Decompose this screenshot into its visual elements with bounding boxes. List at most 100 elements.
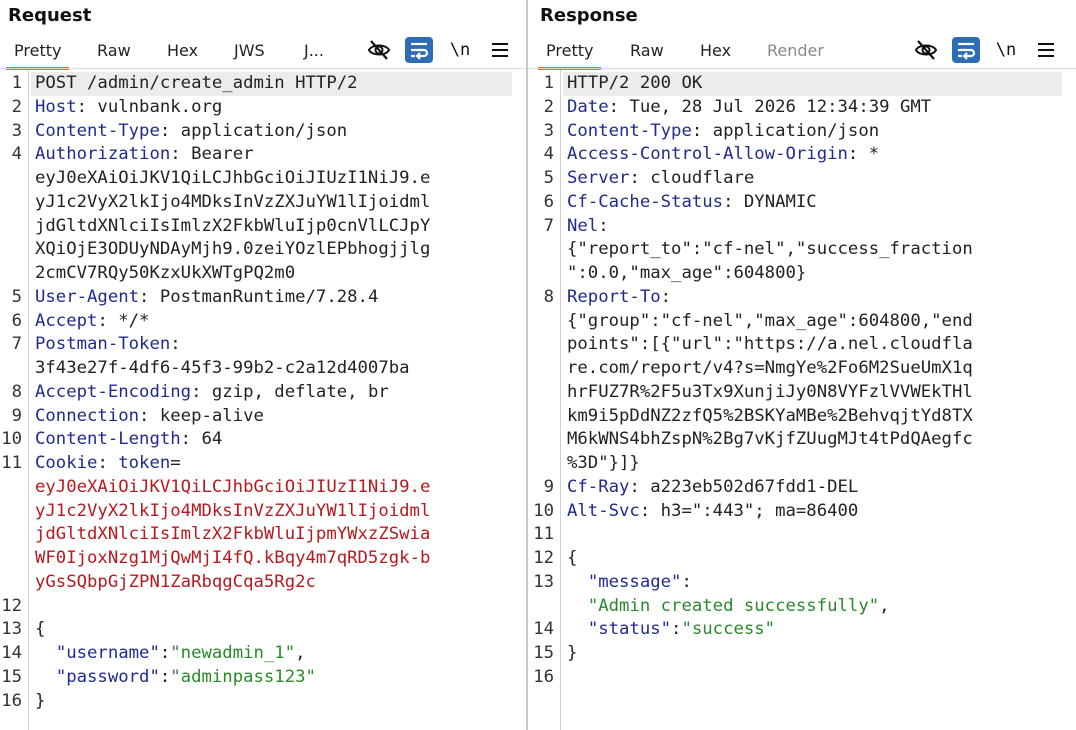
line-number: 14	[1, 643, 22, 663]
request-tab-pretty[interactable]: Pretty	[5, 41, 70, 70]
code-line[interactable]: eyJ0eXAiOiJKV1QiLCJhbGciOiJIUzI1NiJ9.e	[0, 167, 526, 191]
code-token: Alt-Svc	[567, 500, 640, 521]
code-line[interactable]: 13 "message":	[528, 571, 1076, 595]
code-line[interactable]: ":0.0,"max_age":604800}	[528, 262, 1076, 286]
request-tab-jws[interactable]: JWS	[234, 41, 265, 60]
response-editor[interactable]: 1 HTTP/2 200 OK 2 Date: Tue, 28 Jul 2026 12…	[528, 70, 1076, 730]
request-tab-more[interactable]: J...	[304, 41, 324, 60]
code-line[interactable]: XQiOjE3ODUyNDAyMjh9.0zeiYOzlEPbhogjjlg	[0, 238, 526, 262]
code-line[interactable]: 16}	[0, 690, 526, 714]
code-token: : a223eb502d67fdd1-DEL	[629, 476, 859, 497]
code-text: Cf-Ray: a223eb502d67fdd1-DEL	[567, 476, 858, 500]
code-token: "newadmin_1"	[170, 643, 296, 663]
code-text: eyJ0eXAiOiJKV1QiLCJhbGciOiJIUzI1NiJ9.e	[35, 476, 430, 500]
code-line[interactable]: jdGltdXNlciIsImlzX2FkbWluIjpmYWxzZSwia	[0, 523, 526, 547]
response-tab-hex[interactable]: Hex	[700, 41, 731, 60]
code-line[interactable]: 2cmCV7RQy50KzxUkXWTgPQ2m0	[0, 262, 526, 286]
code-line[interactable]: re.com/report/v4?s=NmgYe%2Fo6M2SueUmX1q	[528, 357, 1076, 381]
code-line[interactable]: 10 Content-Length: 64	[0, 428, 526, 452]
code-line[interactable]: %3D"}]}	[528, 452, 1076, 476]
code-line[interactable]: 9 Connection: keep-alive	[0, 405, 526, 429]
code-line[interactable]: 1 HTTP/2 200 OK	[544, 72, 1062, 96]
code-text: {"group":"cf-nel","max_age":604800,"end	[567, 310, 973, 334]
code-line[interactable]: 11	[528, 523, 1076, 547]
response-tab-raw[interactable]: Raw	[630, 41, 664, 60]
response-title: Response	[540, 5, 638, 26]
hide-nonprintable-icon[interactable]	[365, 37, 393, 63]
code-line[interactable]: 6 Cf-Cache-Status: DYNAMIC	[528, 191, 1076, 215]
code-line[interactable]: km9i5pDdNZ2zfQ5%2BSKYaMBe%2BehvqjtYd8TX	[528, 405, 1076, 429]
code-line[interactable]: "Admin created successfully",	[528, 595, 1076, 619]
code-line[interactable]: 3 Content-Type: application/json	[0, 120, 526, 144]
code-line[interactable]: yGsSQbpGjZPN1ZaRbqgCqa5Rg2c	[0, 571, 526, 595]
code-token: jdGltdXNlciIsImlzX2FkbWluIjp0cnVlLCJpY	[35, 215, 431, 236]
code-text: points":[{"url":"https://a.nel.cloudfla	[567, 333, 973, 357]
line-number: 1	[543, 73, 554, 93]
request-tab-raw[interactable]: Raw	[97, 41, 131, 60]
code-line[interactable]: eyJ0eXAiOiJKV1QiLCJhbGciOiJIUzI1NiJ9.e	[0, 476, 526, 500]
code-token: "success"	[681, 619, 776, 640]
code-line[interactable]: 3 Content-Type: application/json	[528, 120, 1076, 144]
code-line[interactable]: 2 Host: vulnbank.org	[0, 96, 526, 120]
code-line[interactable]: yJ1c2VyX2lkIjo4MDksInVzZXJuYW1lIjoidml	[0, 191, 526, 215]
code-token: :	[159, 643, 171, 663]
wrap-lines-icon[interactable]	[405, 37, 433, 63]
code-line[interactable]: M6kWNS4bhZspN%2Bg7vKjfZUugMJt4tPdQAegfc	[528, 428, 1076, 452]
hide-nonprintable-icon[interactable]	[912, 37, 940, 63]
wrap-lines-icon[interactable]	[952, 37, 980, 63]
code-line[interactable]: 5 Server: cloudflare	[528, 167, 1076, 191]
code-line[interactable]: hrFUZ7R%2F5u3Tx9XunjiJy0N8VYFzlVVWEkTHl	[528, 381, 1076, 405]
code-line[interactable]: 1 POST /admin/create_admin HTTP/2	[12, 72, 512, 96]
code-line[interactable]: 16	[528, 666, 1076, 690]
code-token: :	[681, 571, 692, 592]
code-text: XQiOjE3ODUyNDAyMjh9.0zeiYOzlEPbhogjjlg	[35, 238, 430, 262]
code-line[interactable]: 9 Cf-Ray: a223eb502d67fdd1-DEL	[528, 476, 1076, 500]
code-line[interactable]: 5 User-Agent: PostmanRuntime/7.28.4	[0, 286, 526, 310]
code-token: Accept-Encoding	[35, 381, 192, 402]
code-line[interactable]: 15}	[528, 642, 1076, 666]
code-line[interactable]: 8 Report-To:	[528, 286, 1076, 310]
code-line[interactable]: 13 {	[0, 618, 526, 642]
response-tab-render[interactable]: Render	[767, 41, 824, 60]
code-line[interactable]: 7 Postman-Token:	[0, 333, 526, 357]
show-newlines-toggle[interactable]: \n	[992, 37, 1020, 63]
code-line[interactable]: 14 "status":"success"	[528, 618, 1076, 642]
code-line[interactable]: 11 Cookie: token=	[0, 452, 526, 476]
request-tab-hex[interactable]: Hex	[167, 41, 198, 60]
line-number: 10	[1, 429, 22, 450]
code-line[interactable]: 8 Accept-Encoding: gzip, deflate, br	[0, 381, 526, 405]
code-line[interactable]: points":[{"url":"https://a.nel.cloudfla	[528, 333, 1076, 357]
line-number: 6	[11, 310, 22, 331]
code-text: ":0.0,"max_age":604800}	[567, 262, 806, 286]
code-line[interactable]: 7 Nel:	[528, 215, 1076, 239]
code-text: {"report_to":"cf-nel","success_fraction	[567, 238, 973, 262]
code-token: }	[35, 690, 46, 711]
code-text: yJ1c2VyX2lkIjo4MDksInVzZXJuYW1lIjoidml	[35, 191, 430, 215]
code-line[interactable]: 4 Access-Control-Allow-Origin: *	[528, 143, 1076, 167]
response-tab-pretty[interactable]: Pretty	[537, 41, 602, 70]
code-line[interactable]: {"group":"cf-nel","max_age":604800,"end	[528, 310, 1076, 334]
request-editor[interactable]: 1 POST /admin/create_admin HTTP/2 2 Host: v…	[0, 70, 526, 730]
request-pane: Request Pretty Raw Hex JWS J... \n 1 POST…	[0, 0, 526, 730]
code-line[interactable]: {"report_to":"cf-nel","success_fraction	[528, 238, 1076, 262]
code-line[interactable]: 4 Authorization: Bearer	[0, 143, 526, 167]
code-text: Alt-Svc: h3=":443"; ma=86400	[567, 500, 858, 524]
code-line[interactable]: yJ1c2VyX2lkIjo4MDksInVzZXJuYW1lIjoidml	[0, 500, 526, 524]
code-line[interactable]: 10 Alt-Svc: h3=":443"; ma=86400	[528, 500, 1076, 524]
code-line[interactable]: jdGltdXNlciIsImlzX2FkbWluIjp0cnVlLCJpY	[0, 215, 526, 239]
menu-icon[interactable]	[1032, 37, 1060, 63]
code-line[interactable]: 6 Accept: */*	[0, 310, 526, 334]
code-line[interactable]: WF0IjoxNzg1MjQwMjI4fQ.kBqy4m7qRD5zgk-b	[0, 547, 526, 571]
code-token: :	[598, 215, 609, 236]
code-line[interactable]: 12 {	[528, 547, 1076, 571]
menu-icon[interactable]	[486, 37, 514, 63]
show-newlines-toggle[interactable]: \n	[446, 37, 474, 63]
code-line[interactable]: 12	[0, 595, 526, 619]
code-line[interactable]: 2 Date: Tue, 28 Jul 2026 12:34:39 GMT	[528, 96, 1076, 120]
code-token: HTTP/2 200 OK	[567, 73, 703, 93]
code-line[interactable]: 3f43e27f-4df6-45f3-99b2-c2a12d4007ba	[0, 357, 526, 381]
code-line[interactable]: 14 "username":"newadmin_1",	[0, 642, 526, 666]
code-token: {"report_to":"cf-nel","success_fraction	[567, 239, 973, 260]
code-line[interactable]: 15 "password":"adminpass123"	[0, 666, 526, 690]
